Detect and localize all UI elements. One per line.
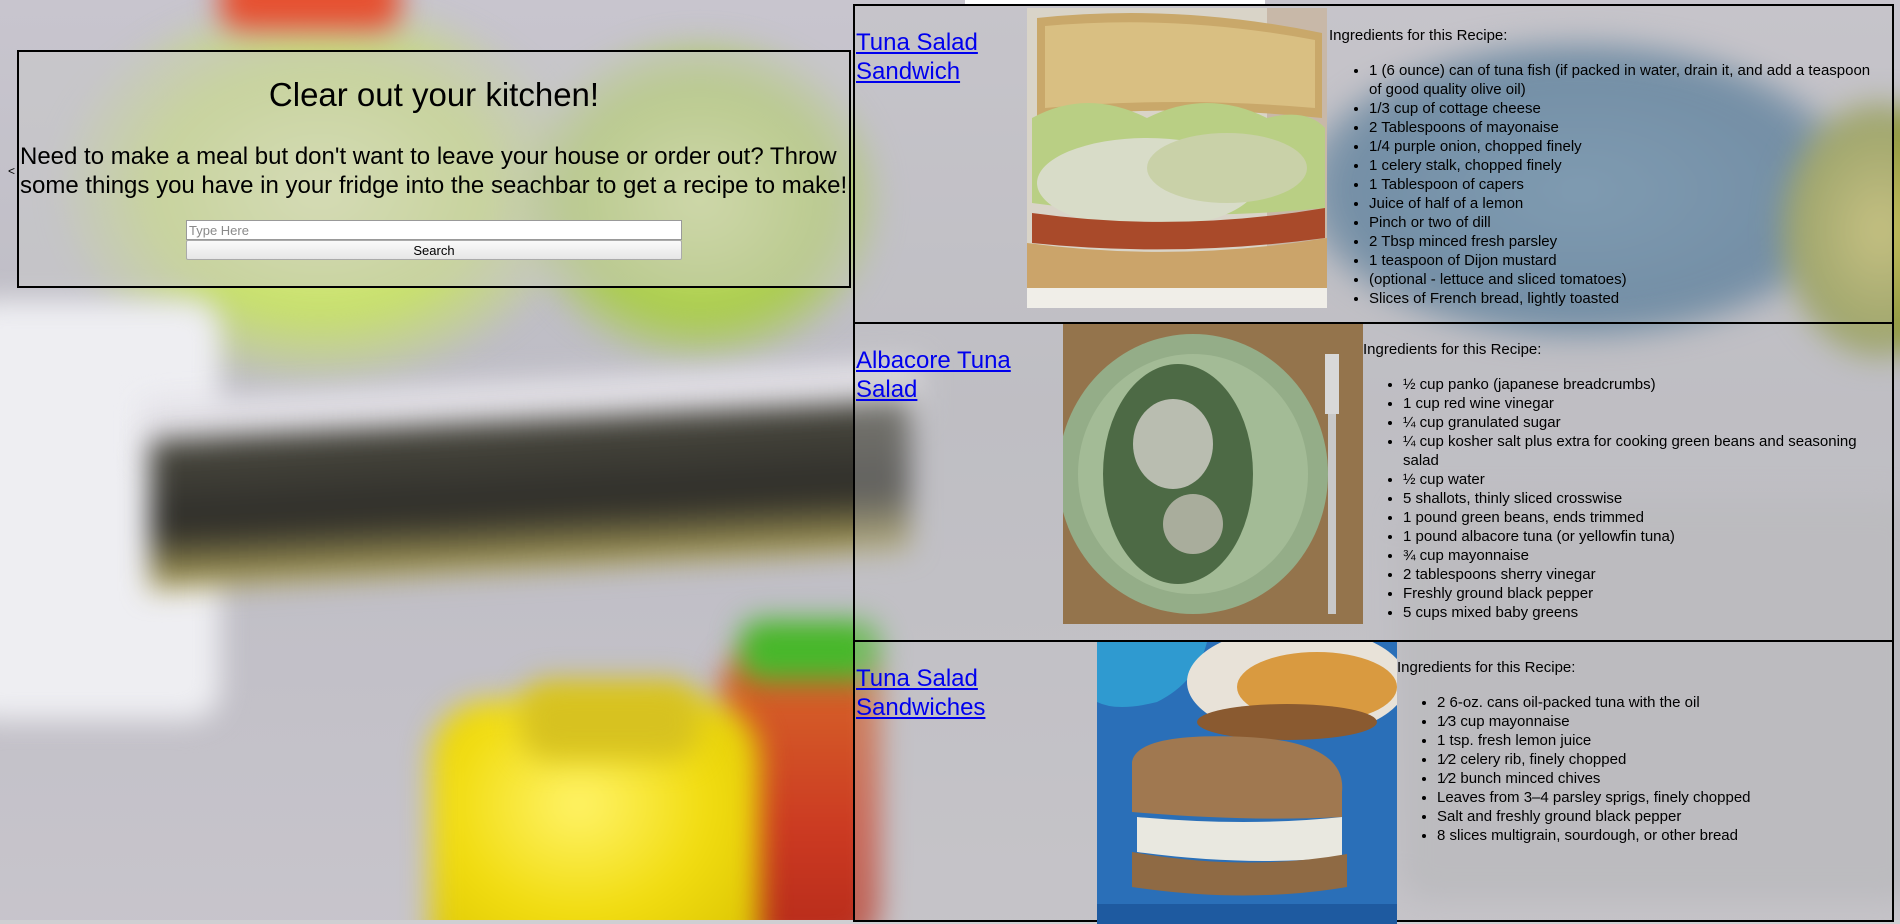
collapse-caret: <	[8, 164, 16, 178]
recipe-card: Tuna Salad Sandwich Ingredients for this…	[853, 4, 1894, 324]
tuna-salad-sandwiches-photo	[1097, 642, 1397, 924]
ingredients-list: ½ cup panko (japanese breadcrumbs) 1 cup…	[1363, 375, 1883, 622]
ingredient-item: ¾ cup mayonnaise	[1403, 546, 1883, 565]
ingredient-item: Slices of French bread, lightly toasted	[1369, 289, 1884, 308]
recipe-results: Tuna Salad Sandwich Ingredients for this…	[853, 4, 1894, 924]
page-title: Clear out your kitchen!	[268, 76, 600, 113]
ingredient-item: Pinch or two of dill	[1369, 213, 1884, 232]
ingredient-item: Juice of half of a lemon	[1369, 194, 1884, 213]
recipe-title-link[interactable]: Albacore Tuna Salad	[856, 346, 1026, 404]
recipe-title-link[interactable]: Tuna Salad Sandwich	[856, 28, 1026, 86]
ingredients-list: 2 6-oz. cans oil-packed tuna with the oi…	[1397, 693, 1887, 845]
ingredient-item: 1/3 cup of cottage cheese	[1369, 99, 1884, 118]
ingredient-item: 1 pound albacore tuna (or yellowfin tuna…	[1403, 527, 1883, 546]
intro-text: Need to make a meal but don't want to le…	[20, 143, 848, 199]
ingredient-item: 5 cups mixed baby greens	[1403, 603, 1883, 622]
recipe-card: Albacore Tuna Salad Ingredients for this…	[853, 322, 1894, 642]
search-input[interactable]	[186, 220, 682, 240]
ingredients-section: Ingredients for this Recipe: 2 6-oz. can…	[1397, 658, 1887, 845]
ingredient-item: 1/4 purple onion, chopped finely	[1369, 137, 1884, 156]
ingredient-item: 1 (6 ounce) can of tuna fish (if packed …	[1369, 61, 1884, 99]
albacore-tuna-salad-photo	[1063, 324, 1363, 624]
search-button[interactable]: Search	[186, 240, 682, 260]
ingredient-item: (optional - lettuce and sliced tomatoes)	[1369, 270, 1884, 289]
ingredient-item: 1 Tablespoon of capers	[1369, 175, 1884, 194]
search-panel: Clear out your kitchen! Need to make a m…	[17, 50, 851, 288]
ingredients-section: Ingredients for this Recipe: ½ cup panko…	[1363, 340, 1883, 622]
ingredients-heading: Ingredients for this Recipe:	[1363, 341, 1542, 358]
ingredient-item: 8 slices multigrain, sourdough, or other…	[1437, 826, 1887, 845]
ingredient-item: Leaves from 3–4 parsley sprigs, finely c…	[1437, 788, 1887, 807]
ingredient-item: 1 teaspoon of Dijon mustard	[1369, 251, 1884, 270]
ingredients-heading: Ingredients for this Recipe:	[1329, 27, 1508, 44]
ingredient-item: 5 shallots, thinly sliced crosswise	[1403, 489, 1883, 508]
ingredient-item: 1⁄2 bunch minced chives	[1437, 769, 1887, 788]
ingredient-item: 1⁄2 celery rib, finely chopped	[1437, 750, 1887, 769]
ingredient-item: ½ cup water	[1403, 470, 1883, 489]
ingredient-item: ¼ cup granulated sugar	[1403, 413, 1883, 432]
ingredient-item: 2 Tablespoons of mayonaise	[1369, 118, 1884, 137]
ingredient-item: Salt and freshly ground black pepper	[1437, 807, 1887, 826]
recipe-card: Tuna Salad Sandwiches Ingredients for th…	[853, 640, 1894, 924]
ingredient-item: 1 pound green beans, ends trimmed	[1403, 508, 1883, 527]
ingredients-section: Ingredients for this Recipe: 1 (6 ounce)…	[1329, 26, 1884, 308]
ingredient-item: 1 celery stalk, chopped finely	[1369, 156, 1884, 175]
ingredients-list: 1 (6 ounce) can of tuna fish (if packed …	[1329, 61, 1884, 308]
ingredient-item: 1⁄3 cup mayonnaise	[1437, 712, 1887, 731]
ingredients-heading: Ingredients for this Recipe:	[1397, 659, 1576, 676]
recipe-title-link[interactable]: Tuna Salad Sandwiches	[856, 664, 1101, 722]
ingredient-item: ¼ cup kosher salt plus extra for cooking…	[1403, 432, 1883, 470]
ingredient-item: 2 tablespoons sherry vinegar	[1403, 565, 1883, 584]
ingredient-item: 1 cup red wine vinegar	[1403, 394, 1883, 413]
ingredient-item: 1 tsp. fresh lemon juice	[1437, 731, 1887, 750]
ingredient-item: Freshly ground black pepper	[1403, 584, 1883, 603]
ingredient-item: 2 6-oz. cans oil-packed tuna with the oi…	[1437, 693, 1887, 712]
ingredient-item: ½ cup panko (japanese breadcrumbs)	[1403, 375, 1883, 394]
ingredient-item: 2 Tbsp minced fresh parsley	[1369, 232, 1884, 251]
tuna-salad-sandwich-photo	[1027, 8, 1327, 308]
